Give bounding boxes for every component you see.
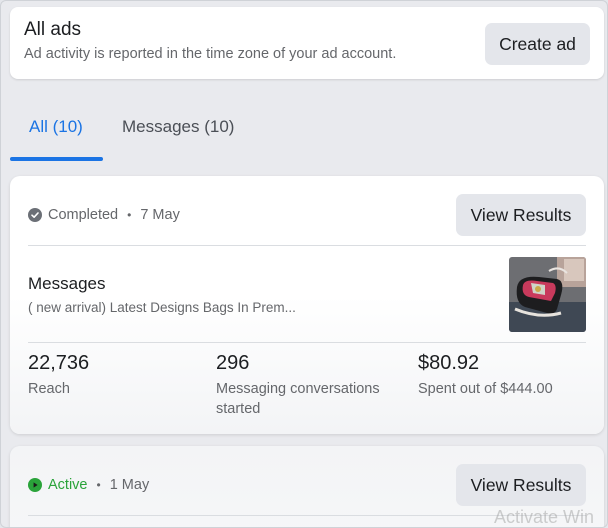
play-circle-icon [28,478,42,492]
active-tab-indicator [10,157,103,161]
status-date: 1 May [109,477,150,493]
conversations-metric: 296 Messaging conversations started [216,352,386,419]
ad-filter-tabs: All (10) Messages (10) [1,97,607,163]
view-results-button[interactable]: View Results [456,194,586,236]
divider [28,245,586,246]
status-label: Active [48,477,88,493]
check-circle-icon [28,208,42,222]
page-title: All ads [24,19,82,40]
divider [28,342,586,343]
spend-metric: $80.92 Spent out of $444.00 [418,352,553,399]
separator-dot: • [127,208,132,222]
status-label: Completed [48,207,119,223]
create-ad-button[interactable]: Create ad [485,23,590,65]
metric-value: 22,736 [28,352,90,374]
ad-description: ( new arrival) Latest Designs Bags In Pr… [28,300,296,315]
metric-label: Reach [28,381,70,397]
metric-value: 296 [216,352,250,374]
tab-all[interactable]: All (10) [29,117,83,137]
metric-value: $80.92 [418,352,480,374]
status-date: 7 May [140,207,180,223]
metric-label: Spent out of $444.00 [418,381,553,397]
all-ads-header: All ads Ad activity is reported in the t… [10,7,604,79]
ads-manager-panel: All ads Ad activity is reported in the t… [0,0,608,528]
timezone-note: Ad activity is reported in the time zone… [24,46,397,62]
separator-dot: • [96,478,101,492]
reach-metric: 22,736 Reach [28,352,89,399]
ad-status: Active • 1 May [28,477,149,493]
activation-watermark: Activate Win [494,507,595,527]
metric-label: Messaging conversations started [216,381,380,417]
ad-title[interactable]: Messages [28,274,105,294]
ad-thumbnail[interactable] [509,257,586,332]
ad-status: Completed • 7 May [28,207,180,223]
view-results-button[interactable]: View Results [456,464,586,506]
tab-messages[interactable]: Messages (10) [122,117,234,137]
ad-card: Completed • 7 May View Results Messages … [10,176,604,434]
